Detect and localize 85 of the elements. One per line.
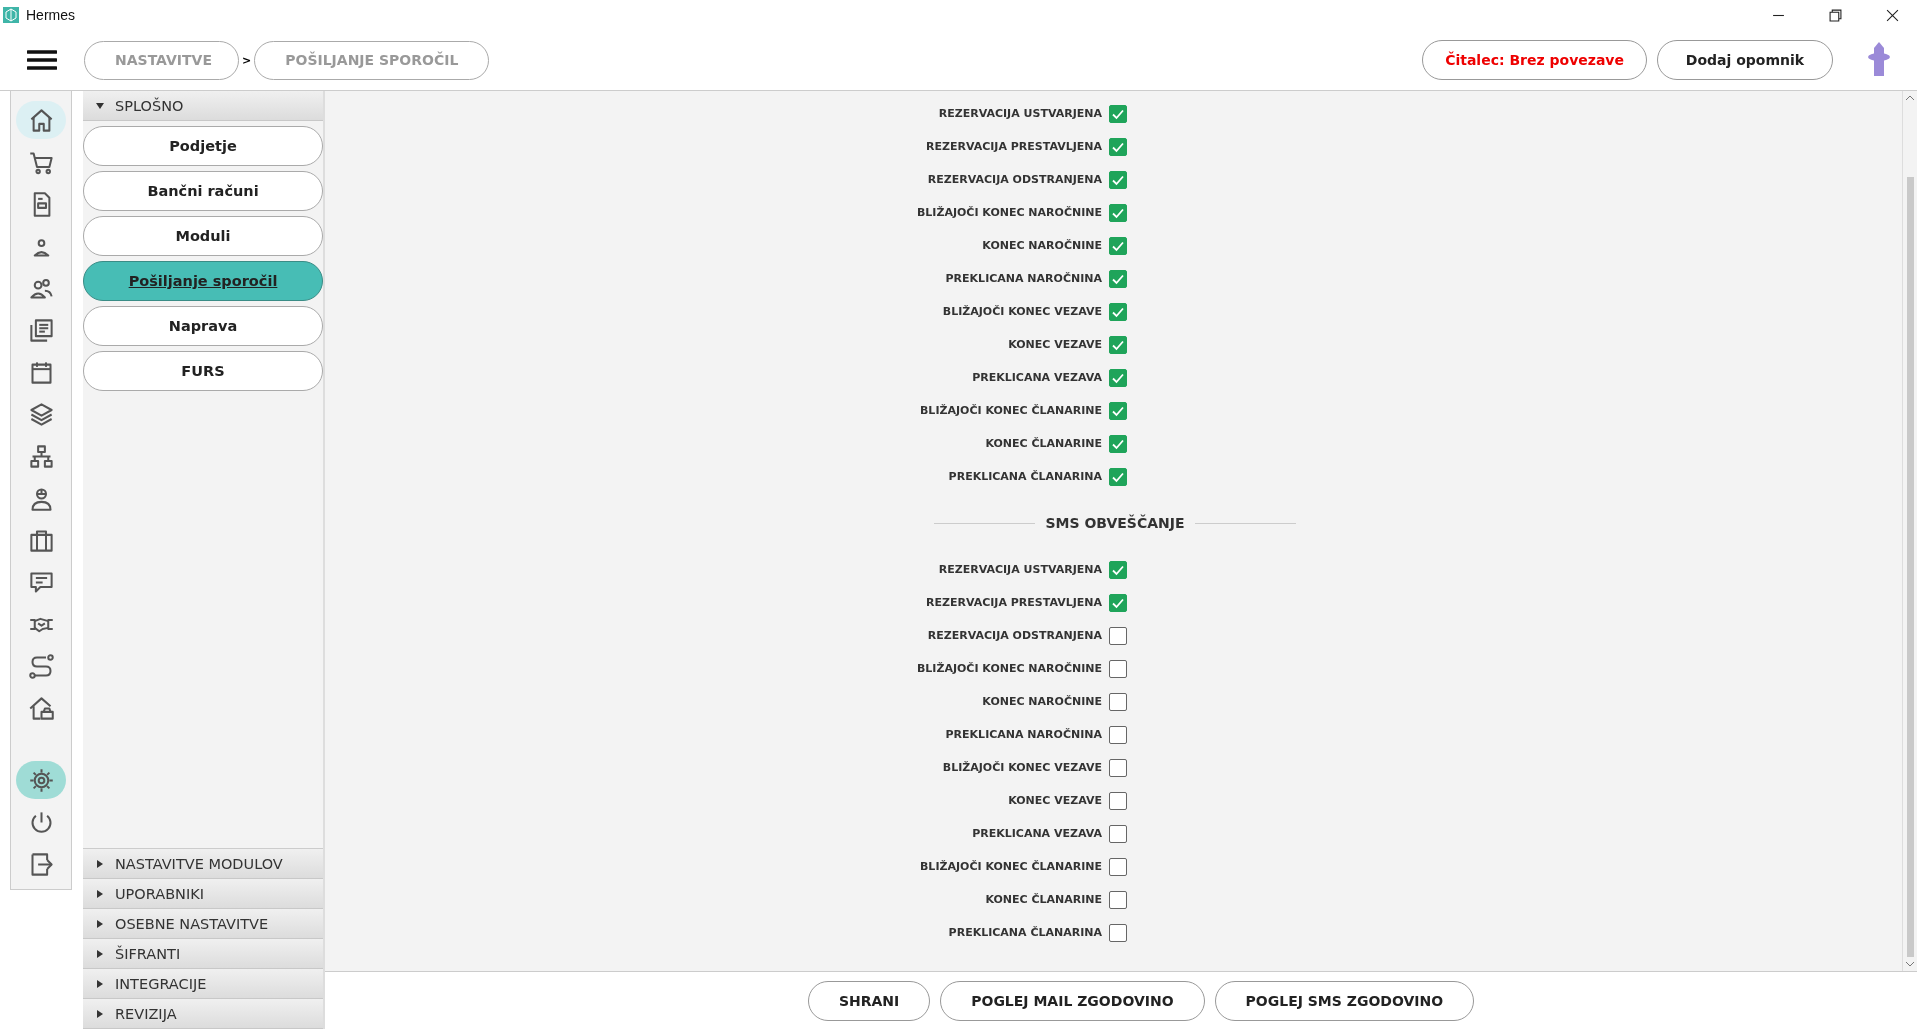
notification-label: BLIŽAJOČI KONEC ČLANARINE — [920, 404, 1102, 417]
notification-label: REZERVACIJA ODSTRANJENA — [927, 173, 1102, 186]
action-button[interactable]: POGLEJ MAIL ZGODOVINO — [940, 980, 1205, 1021]
section-header[interactable]: ŠIFRANTI — [83, 939, 323, 969]
scroll-down-icon[interactable] — [1905, 961, 1915, 967]
checkbox[interactable] — [1109, 791, 1127, 810]
checkbox[interactable] — [1109, 758, 1127, 777]
section-heading: SMS OBVEŠČANJE — [1045, 515, 1185, 531]
notification-label: KONEC NAROČNINE — [982, 695, 1102, 708]
checkbox[interactable] — [1109, 203, 1127, 222]
section-header[interactable]: OSEBNE NASTAVITVE — [83, 909, 323, 939]
checkbox[interactable] — [1109, 824, 1127, 843]
notification-label: PREKLICANA NAROČNINA — [945, 728, 1102, 741]
notification-label: KONEC VEZAVE — [1008, 794, 1102, 807]
checkbox[interactable] — [1109, 923, 1127, 942]
action-button[interactable]: POGLEJ SMS ZGODOVINO — [1214, 980, 1475, 1021]
window-title: Hermes — [26, 7, 75, 23]
settings-item-button[interactable]: Podjetje — [83, 126, 323, 166]
checkbox[interactable] — [1109, 137, 1127, 156]
notification-label: BLIŽAJOČI KONEC VEZAVE — [942, 305, 1102, 318]
scrollbar[interactable] — [1902, 91, 1917, 971]
notification-label: REZERVACIJA USTVARJENA — [938, 563, 1102, 576]
checkbox[interactable] — [1109, 560, 1127, 579]
settings-item-button[interactable]: Moduli — [83, 216, 323, 256]
collapsed-triangle-icon — [95, 1008, 105, 1019]
notification-label: PREKLICANA VEZAVA — [972, 371, 1102, 384]
notification-label: BLIŽAJOČI KONEC NAROČNINE — [916, 662, 1102, 675]
section-header[interactable]: REVIZIJA — [83, 999, 323, 1029]
checkbox[interactable] — [1109, 269, 1127, 288]
add-reminder-button[interactable]: Dodaj opomnik — [1657, 40, 1833, 80]
checkbox[interactable] — [1109, 725, 1127, 744]
notification-label: PREKLICANA NAROČNINA — [945, 272, 1102, 285]
notification-label: PREKLICANA ČLANARINA — [948, 470, 1102, 483]
checkbox[interactable] — [1109, 890, 1127, 909]
checkbox[interactable] — [1109, 302, 1127, 321]
notification-label: KONEC NAROČNINE — [982, 239, 1102, 252]
notification-label: KONEC VEZAVE — [1008, 338, 1102, 351]
breadcrumb-separator: > — [242, 53, 252, 67]
close-icon[interactable] — [1886, 8, 1899, 22]
settings-item-button[interactable]: Pošiljanje sporočil — [83, 261, 323, 301]
notification-label: REZERVACIJA USTVARJENA — [938, 107, 1102, 120]
checkbox[interactable] — [1109, 659, 1127, 678]
action-button[interactable]: SHRANI — [807, 980, 931, 1021]
checkbox[interactable] — [1109, 170, 1127, 189]
checkbox[interactable] — [1109, 692, 1127, 711]
section-header[interactable]: INTEGRACIJE — [83, 969, 323, 999]
collapsed-triangle-icon — [95, 888, 105, 899]
notification-label: REZERVACIJA PRESTAVLJENA — [925, 140, 1102, 153]
section-header[interactable]: SPLOŠNO — [83, 91, 323, 121]
checkbox[interactable] — [1109, 401, 1127, 420]
restore-icon[interactable] — [1829, 8, 1842, 22]
menu-icon[interactable] — [27, 49, 57, 71]
notification-label: REZERVACIJA PRESTAVLJENA — [925, 596, 1102, 609]
notification-label: PREKLICANA VEZAVA — [972, 827, 1102, 840]
checkbox[interactable] — [1109, 626, 1127, 645]
notification-label: REZERVACIJA ODSTRANJENA — [927, 629, 1102, 642]
checkbox[interactable] — [1109, 857, 1127, 876]
checkbox[interactable] — [1109, 368, 1127, 387]
collapsed-triangle-icon — [95, 948, 105, 959]
section-header[interactable]: NASTAVITVE MODULOV — [83, 849, 323, 879]
checkbox[interactable] — [1109, 335, 1127, 354]
expanded-triangle-icon — [95, 100, 105, 111]
checkbox[interactable] — [1109, 104, 1127, 123]
notification-label: BLIŽAJOČI KONEC NAROČNINE — [916, 206, 1102, 219]
section-header[interactable]: UPORABNIKI — [83, 879, 323, 909]
settings-item-button[interactable]: FURS — [83, 351, 323, 391]
notification-label: BLIŽAJOČI KONEC ČLANARINE — [920, 860, 1102, 873]
notification-label: BLIŽAJOČI KONEC VEZAVE — [942, 761, 1102, 774]
checkbox[interactable] — [1109, 467, 1127, 486]
notification-label: KONEC ČLANARINE — [985, 437, 1102, 450]
collapsed-triangle-icon — [95, 918, 105, 929]
checkbox[interactable] — [1109, 434, 1127, 453]
settings-item-button[interactable]: Naprava — [83, 306, 323, 346]
home-icon[interactable] — [16, 101, 66, 139]
notification-label: KONEC ČLANARINE — [985, 893, 1102, 906]
gear-icon[interactable] — [16, 761, 66, 799]
notification-label: PREKLICANA ČLANARINA — [948, 926, 1102, 939]
collapsed-triangle-icon — [95, 978, 105, 989]
settings-item-button[interactable]: Bančni računi — [83, 171, 323, 211]
collapsed-triangle-icon — [95, 858, 105, 869]
app-logo-icon — [3, 7, 19, 23]
scroll-up-icon[interactable] — [1905, 95, 1915, 101]
checkbox[interactable] — [1109, 593, 1127, 612]
checkbox[interactable] — [1109, 236, 1127, 255]
reader-status-button[interactable]: Čitalec: Brez povezave — [1422, 40, 1647, 80]
